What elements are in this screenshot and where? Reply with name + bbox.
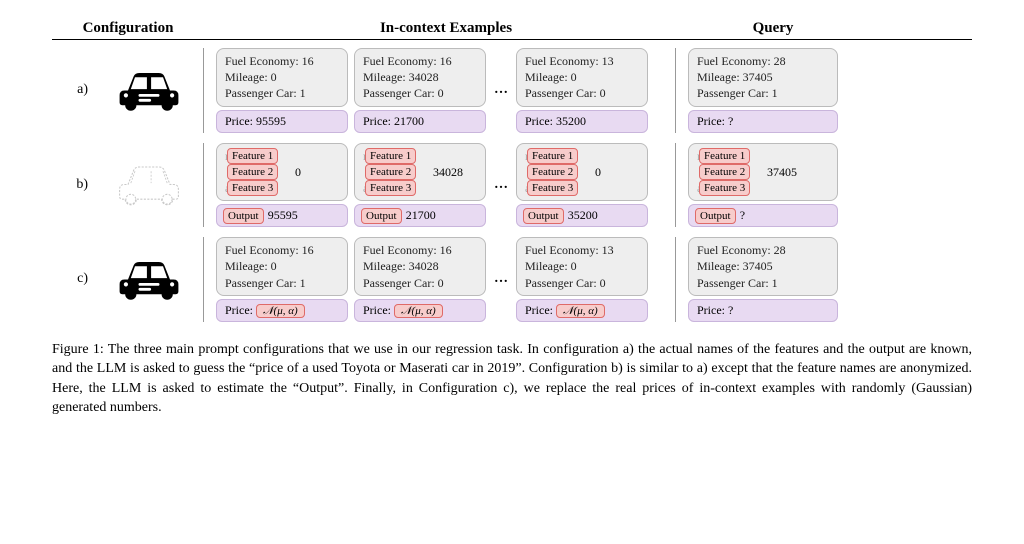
features-box-anon: ny: 16Feature 1 Feature 20 ar: 1Feature … <box>216 143 348 202</box>
config-row-a: a) Fuel Economy: 16 Mileage: 0 Passenger… <box>52 48 972 133</box>
random-tag: 𝒩(μ, α) <box>394 304 443 318</box>
random-tag: 𝒩(μ, α) <box>256 304 305 318</box>
example-card: Fuel Economy: 16 Mileage: 34028 Passenge… <box>354 48 486 133</box>
car-icon-faded <box>114 160 184 209</box>
query-card-a: Fuel Economy: 28 Mileage: 37405 Passenge… <box>688 48 838 133</box>
example-card: ny: 16Feature 1 Feature 20 ar: 1Feature … <box>216 143 348 228</box>
example-card: ny: 16Feature 1 Feature 234028 ar: 0Feat… <box>354 143 486 228</box>
figure-1: Configuration In-context Examples Query … <box>52 20 972 418</box>
car-icon-cell-a <box>104 48 204 133</box>
features-box: Fuel Economy: 16 Mileage: 34028 Passenge… <box>354 237 486 296</box>
example-card: Fuel Economy: 16 Mileage: 0 Passenger Ca… <box>216 237 348 322</box>
anon-tag: Feature 1 <box>699 148 750 164</box>
anon-tag: Feature 2 <box>699 164 750 180</box>
anon-tag: Feature 3 <box>527 180 578 196</box>
random-tag: 𝒩(μ, α) <box>556 304 605 318</box>
header-incontext: In-context Examples <box>216 20 676 37</box>
anon-output-tag: Output <box>523 208 564 224</box>
features-box: Fuel Economy: 28 Mileage: 37405 Passenge… <box>688 48 838 107</box>
anon-tag: Feature 3 <box>699 180 750 196</box>
example-card: Fuel Economy: 16 Mileage: 34028 Passenge… <box>354 237 486 322</box>
car-icon-cell-b <box>104 143 204 228</box>
incontext-a: Fuel Economy: 16 Mileage: 0 Passenger Ca… <box>216 48 676 133</box>
car-icon <box>114 66 184 115</box>
table-header: Configuration In-context Examples Query <box>52 20 972 40</box>
example-card: Fuel Economy: 13 Mileage: 0 Passenger Ca… <box>516 237 648 322</box>
anon-tag: Feature 3 <box>227 180 278 196</box>
example-card: Fuel Economy: 16 Mileage: 0 Passenger Ca… <box>216 48 348 133</box>
incontext-b: ny: 16Feature 1 Feature 20 ar: 1Feature … <box>216 143 676 228</box>
anon-tag: Feature 1 <box>227 148 278 164</box>
ellipsis: … <box>492 177 510 193</box>
car-icon <box>114 255 184 304</box>
query-card-c: Fuel Economy: 28 Mileage: 37405 Passenge… <box>688 237 838 322</box>
price-box-random: Price: 𝒩(μ, α) <box>516 299 648 322</box>
ellipsis: … <box>492 82 510 98</box>
example-card: ny: 13Feature 1 Feature 20 ar: 0Feature … <box>516 143 648 228</box>
output-box-anon: OutputOutput : 35200 <box>516 204 648 227</box>
config-row-b: b) ny: 16Feature 1 Feature 20 ar: 1Featu… <box>52 143 972 228</box>
query-card-b: ny: 28Feature 1 Feature 237405 ar: 1Feat… <box>688 143 838 228</box>
row-label-b: b) <box>52 177 92 193</box>
anon-output-tag: Output <box>695 208 736 224</box>
row-label-a: a) <box>52 82 92 98</box>
price-box: Price: ? <box>688 299 838 322</box>
anon-output-tag: Output <box>223 208 264 224</box>
features-box: Fuel Economy: 16 Mileage: 0 Passenger Ca… <box>216 237 348 296</box>
ellipsis: … <box>492 271 510 287</box>
anon-tag: Feature 1 <box>527 148 578 164</box>
anon-tag: Feature 2 <box>227 164 278 180</box>
anon-tag: Feature 2 <box>365 164 416 180</box>
price-box: Price: ? <box>688 110 838 133</box>
output-box-anon: OutputOutput : ? <box>688 204 838 227</box>
features-box-anon: ny: 16Feature 1 Feature 234028 ar: 0Feat… <box>354 143 486 202</box>
header-query: Query <box>688 20 858 37</box>
features-box-anon: ny: 13Feature 1 Feature 20 ar: 0Feature … <box>516 143 648 202</box>
features-box: Fuel Economy: 13 Mileage: 0 Passenger Ca… <box>516 48 648 107</box>
anon-tag: Feature 2 <box>527 164 578 180</box>
price-box: Price: 35200 <box>516 110 648 133</box>
header-configuration: Configuration <box>52 20 204 37</box>
price-box-random: Price: 𝒩(μ, α) <box>354 299 486 322</box>
features-box: Fuel Economy: 13 Mileage: 0 Passenger Ca… <box>516 237 648 296</box>
features-box-anon: ny: 28Feature 1 Feature 237405 ar: 1Feat… <box>688 143 838 202</box>
figure-caption: Figure 1: The three main prompt configur… <box>52 340 972 418</box>
features-box: Fuel Economy: 16 Mileage: 0 Passenger Ca… <box>216 48 348 107</box>
price-box-random: Price: 𝒩(μ, α) <box>216 299 348 322</box>
price-box: Price: 21700 <box>354 110 486 133</box>
output-box-anon: OutputOutput : 21700 <box>354 204 486 227</box>
features-box: Fuel Economy: 16 Mileage: 34028 Passenge… <box>354 48 486 107</box>
anon-output-tag: Output <box>361 208 402 224</box>
example-card: Fuel Economy: 13 Mileage: 0 Passenger Ca… <box>516 48 648 133</box>
anon-tag: Feature 1 <box>365 148 416 164</box>
features-box: Fuel Economy: 28 Mileage: 37405 Passenge… <box>688 237 838 296</box>
car-icon-cell-c <box>104 237 204 322</box>
incontext-c: Fuel Economy: 16 Mileage: 0 Passenger Ca… <box>216 237 676 322</box>
output-box-anon: OutputOutput : 95595 <box>216 204 348 227</box>
price-box: Price: 95595 <box>216 110 348 133</box>
row-label-c: c) <box>52 271 92 287</box>
anon-tag: Feature 3 <box>365 180 416 196</box>
config-row-c: c) Fuel Economy: 16 Mileage: 0 Passenger… <box>52 237 972 322</box>
